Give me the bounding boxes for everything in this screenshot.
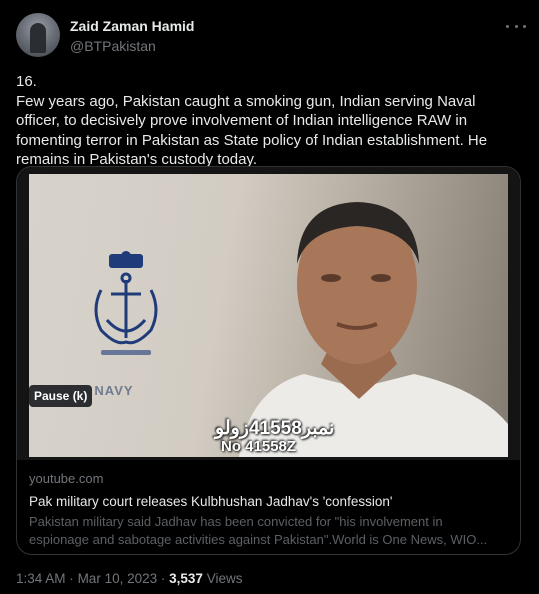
video-subject bbox=[239, 202, 508, 457]
navy-emblem-icon bbox=[94, 251, 158, 355]
avatar[interactable] bbox=[16, 13, 60, 57]
views-label: Views bbox=[206, 571, 243, 586]
tweet-footer: 1:34 AM · Mar 10, 2023 · 3,537 Views bbox=[16, 571, 243, 586]
views-count: 3,537 bbox=[169, 571, 203, 586]
tweet-time[interactable]: 1:34 AM bbox=[16, 571, 66, 586]
video-subtitle-urdu: نمبر41558زولو bbox=[215, 418, 335, 439]
tweet-text: 16. Few years ago, Pakistan caught a smo… bbox=[16, 73, 488, 168]
link-card[interactable]: INDIAN NAVY نمبر41558زولو No 41558Z Paus… bbox=[16, 166, 521, 555]
pause-button[interactable]: Pause (k) bbox=[29, 385, 93, 407]
card-description: Pakistan military said Jadhav has been c… bbox=[29, 514, 488, 547]
more-options-icon[interactable] bbox=[506, 18, 526, 34]
card-title[interactable]: Pak military court releases Kulbhushan J… bbox=[29, 493, 509, 511]
tweet-date[interactable]: Mar 10, 2023 bbox=[78, 571, 158, 586]
author-name[interactable]: Zaid Zaman Hamid bbox=[70, 18, 194, 34]
video-frame[interactable]: INDIAN NAVY نمبر41558زولو No 41558Z bbox=[29, 174, 508, 457]
video-subtitle-number: No 41558Z bbox=[221, 438, 297, 455]
card-domain: youtube.com bbox=[29, 471, 104, 486]
video-player[interactable]: INDIAN NAVY نمبر41558زولو No 41558Z Paus… bbox=[17, 167, 520, 460]
card-meta[interactable]: youtube.com Pak military court releases … bbox=[29, 470, 509, 549]
separator: · bbox=[69, 571, 74, 586]
author-handle[interactable]: @BTPakistan bbox=[70, 38, 156, 54]
separator: · bbox=[160, 571, 166, 586]
